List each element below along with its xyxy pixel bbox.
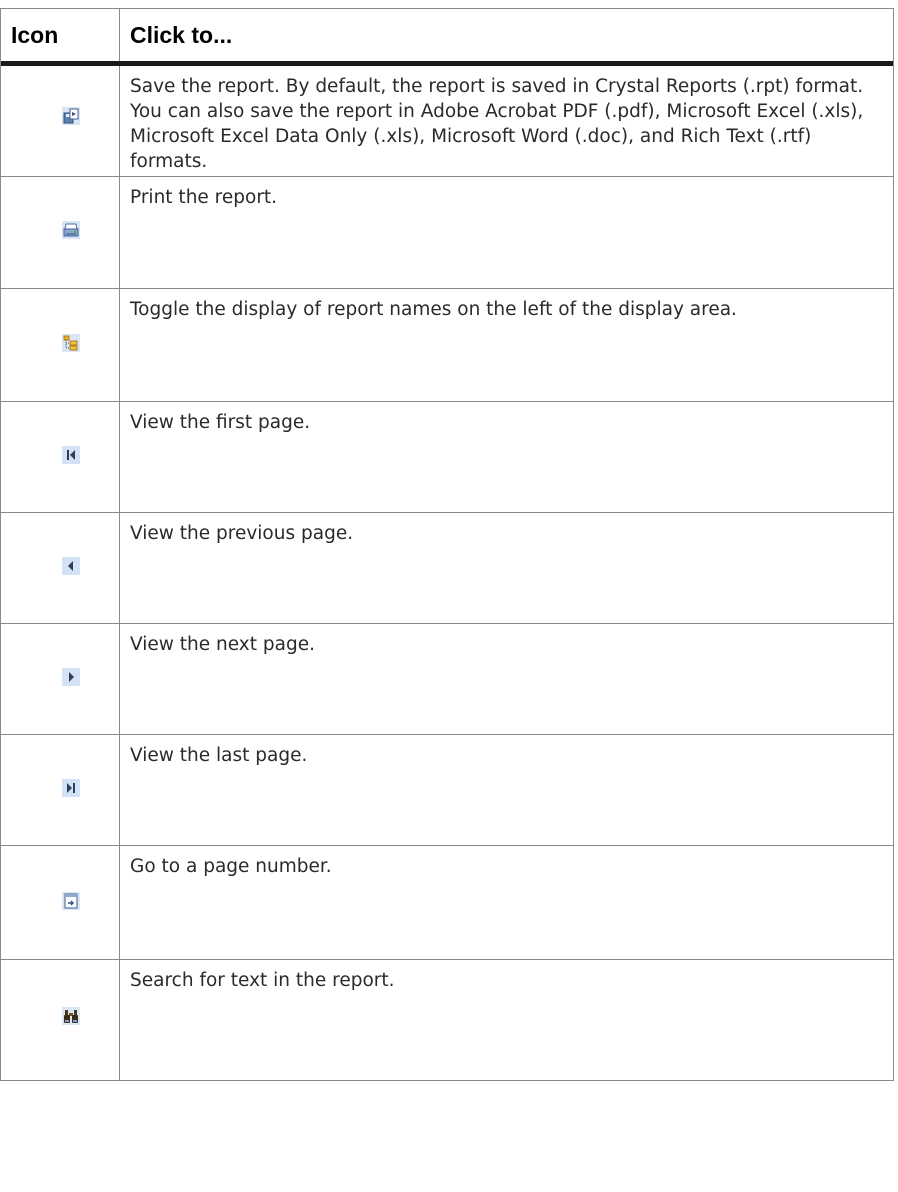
binoculars-icon [61,1006,81,1026]
save-icon [61,106,81,126]
table-row: View the next page. [1,624,893,735]
icon-cell [1,624,120,734]
table-row: View the last page. [1,735,893,846]
table-row: Go to a page number. [1,846,893,960]
icon-cell [1,66,120,176]
row-description: Save the report. By default, the report … [130,76,864,172]
row-description: Go to a page number. [130,856,332,877]
row-description: Toggle the display of report names on th… [130,299,737,320]
table-row: Print the report. [1,177,893,289]
table-header-row: Icon Click to... [1,9,893,66]
row-description: Print the report. [130,187,278,208]
row-description: View the next page. [130,634,315,655]
table-row: View the first page. [1,402,893,513]
icon-cell [1,960,120,1080]
table-row: Search for text in the report. [1,960,893,1081]
row-description: View the first page. [130,412,311,433]
icon-cell [1,513,120,623]
icon-cell [1,735,120,845]
icon-cell [1,402,120,512]
icon-cell [1,289,120,401]
row-description: View the last page. [130,745,308,766]
go-to-page-icon [61,891,81,911]
icon-cell [1,177,120,288]
column-header-icon: Icon [1,9,120,61]
table-row: Save the report. By default, the report … [1,66,893,177]
column-header-click-to: Click to... [130,21,233,48]
first-page-icon [61,445,81,465]
next-page-icon [61,667,81,687]
row-description: Search for text in the report. [130,970,395,991]
icon-reference-table: Icon Click to... Save the report. By def… [0,8,894,1081]
table-row: Toggle the display of report names on th… [1,289,893,402]
previous-page-icon [61,556,81,576]
icon-cell [1,846,120,959]
print-icon [61,220,81,240]
row-description: View the previous page. [130,523,354,544]
last-page-icon [61,778,81,798]
table-row: View the previous page. [1,513,893,624]
tree-toggle-icon [61,333,81,353]
